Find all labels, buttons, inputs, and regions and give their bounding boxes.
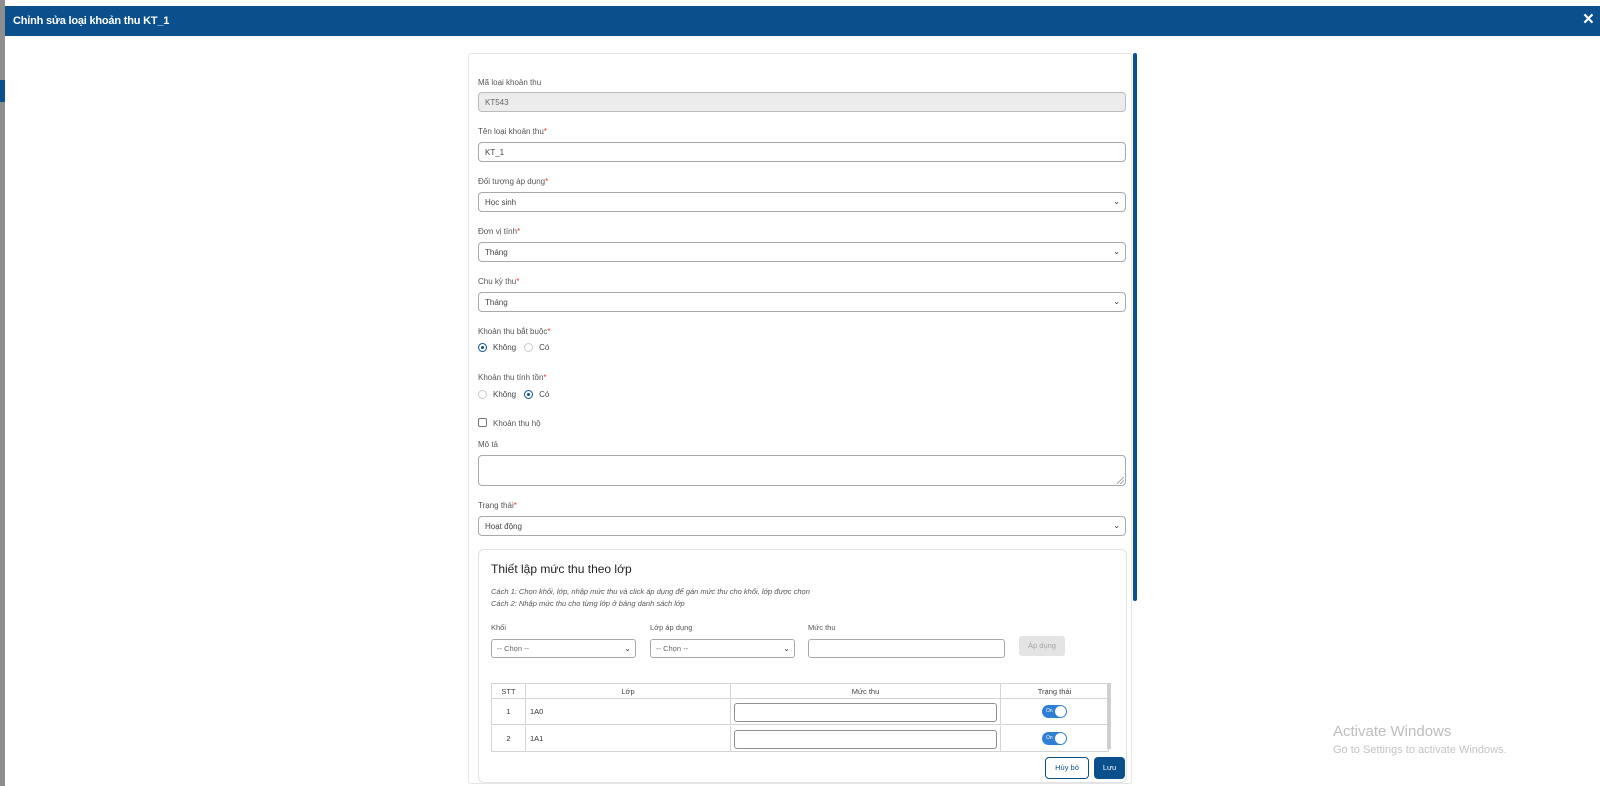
doi-tuong-select[interactable]: Học sinh ⌄ [478,192,1126,212]
tinh-ton-radio-co[interactable] [524,389,534,399]
chevron-down-icon: ⌄ [1113,247,1120,256]
trang-thai-select[interactable]: Hoạt động ⌄ [478,516,1126,536]
chevron-down-icon: ⌄ [624,644,631,653]
lop-ap-dung-select[interactable]: -- Chọn -- ⌄ [650,639,795,658]
bat-buoc-radio-co[interactable] [524,342,534,352]
ten-loai-label: Tên loại khoản thu* [478,127,547,136]
thu-ho-label: Khoản thu hộ [493,419,541,428]
row-muc-thu-input[interactable] [734,703,997,722]
chevron-down-icon: ⌄ [1113,197,1120,206]
radio-label: Có [539,389,550,399]
activate-windows-subtitle: Go to Settings to activate Windows. [1333,744,1507,756]
required-marker: * [513,501,517,510]
lop-ap-dung-label: Lớp áp dụng [650,623,693,632]
status-toggle[interactable]: On [1042,732,1067,745]
form-scrollbar[interactable] [1133,53,1137,601]
mo-ta-label: Mô tả [478,440,499,449]
thu-ho-checkbox[interactable] [478,418,487,427]
chevron-down-icon: ⌄ [1113,521,1120,530]
column-header-stt: STT [492,684,526,698]
don-vi-label: Đơn vị tính* [478,227,521,236]
chu-ky-select[interactable]: Tháng ⌄ [478,292,1126,312]
row-muc-thu-cell [731,699,1001,724]
doi-tuong-label: Đối tượng áp dụng* [478,177,549,186]
table-header: STT Lớp Mức thu Trạng thái [491,683,1109,699]
tinh-ton-label: Khoản thu tính tồn* [478,373,547,382]
row-status-cell: On [1001,726,1108,751]
bat-buoc-radio-khong[interactable] [478,342,487,352]
radio-label: Có [539,342,550,352]
required-marker: * [543,127,547,136]
required-marker: * [545,177,549,186]
column-header-lop: Lớp [526,684,731,698]
ma-loai-label: Mã loại khoản thu [478,78,542,87]
chevron-down-icon: ⌄ [1113,297,1120,306]
muc-thu-label: Mức thu [808,623,836,632]
tinh-ton-radio-khong[interactable] [478,389,487,399]
tinh-ton-radio-group: Không Có [478,388,557,400]
toggle-on-label: On [1046,708,1053,714]
row-lop: 1A0 [526,699,731,724]
dialog-header: Chỉnh sửa loại khoản thu KT_1 × [5,6,1600,36]
required-marker: * [547,327,551,336]
toggle-knob [1055,706,1066,717]
bat-buoc-radio-group: Không Có [478,341,557,353]
cancel-button[interactable]: Hủy bỏ [1045,757,1089,779]
required-marker: * [516,277,520,286]
save-button[interactable]: Lưu [1094,757,1125,779]
required-marker: * [543,373,547,382]
hint-line-1: Cách 1: Chọn khối, lớp, nhập mức thu và … [491,587,810,596]
status-toggle[interactable]: On [1042,705,1067,718]
section-title: Thiết lập mức thu theo lớp [491,562,632,576]
trang-thai-label: Trạng thái* [478,501,517,510]
toggle-knob [1055,733,1066,744]
column-header-trang-thai: Trạng thái [1037,686,1072,696]
radio-label: Không [493,342,517,352]
row-lop: 1A1 [526,726,731,751]
mo-ta-textarea[interactable] [478,455,1126,486]
background-active-marker [0,80,5,102]
khoi-select[interactable]: -- Chọn -- ⌄ [491,639,636,658]
chevron-down-icon: ⌄ [783,644,790,653]
apply-button[interactable]: Áp dụng [1019,636,1065,656]
row-stt: 2 [492,726,526,751]
radio-label: Không [493,389,517,399]
row-stt: 1 [492,699,526,724]
don-vi-select[interactable]: Tháng ⌄ [478,242,1126,262]
table-scrollbar[interactable] [1107,683,1111,749]
table-row: 2 1A1 On [491,726,1109,752]
activate-windows-title: Activate Windows [1333,723,1452,740]
row-muc-thu-input[interactable] [734,730,997,749]
khoi-label: Khối [491,623,507,632]
ma-loai-field: KT543 [478,92,1126,112]
table-row: 1 1A0 On [491,699,1109,725]
muc-thu-input[interactable] [808,639,1005,658]
row-status-cell: On [1001,699,1108,724]
bat-buoc-label: Khoản thu bắt buộc* [478,327,551,336]
row-muc-thu-cell [731,726,1001,751]
required-marker: * [517,227,521,236]
ten-loai-input[interactable]: KT_1 [478,142,1126,162]
resize-grip-icon[interactable] [1117,477,1124,484]
hint-line-2: Cách 2: Nhập mức thu cho từng lớp ở bảng… [491,599,685,608]
dialog-title: Chỉnh sửa loại khoản thu KT_1 [13,15,170,27]
close-icon[interactable]: × [1583,9,1594,31]
chu-ky-label: Chu kỳ thu* [478,277,520,286]
column-header-muc-thu: Mức thu [731,684,1001,698]
toggle-on-label: On [1046,735,1053,741]
background-sidebar-edge [0,0,5,786]
